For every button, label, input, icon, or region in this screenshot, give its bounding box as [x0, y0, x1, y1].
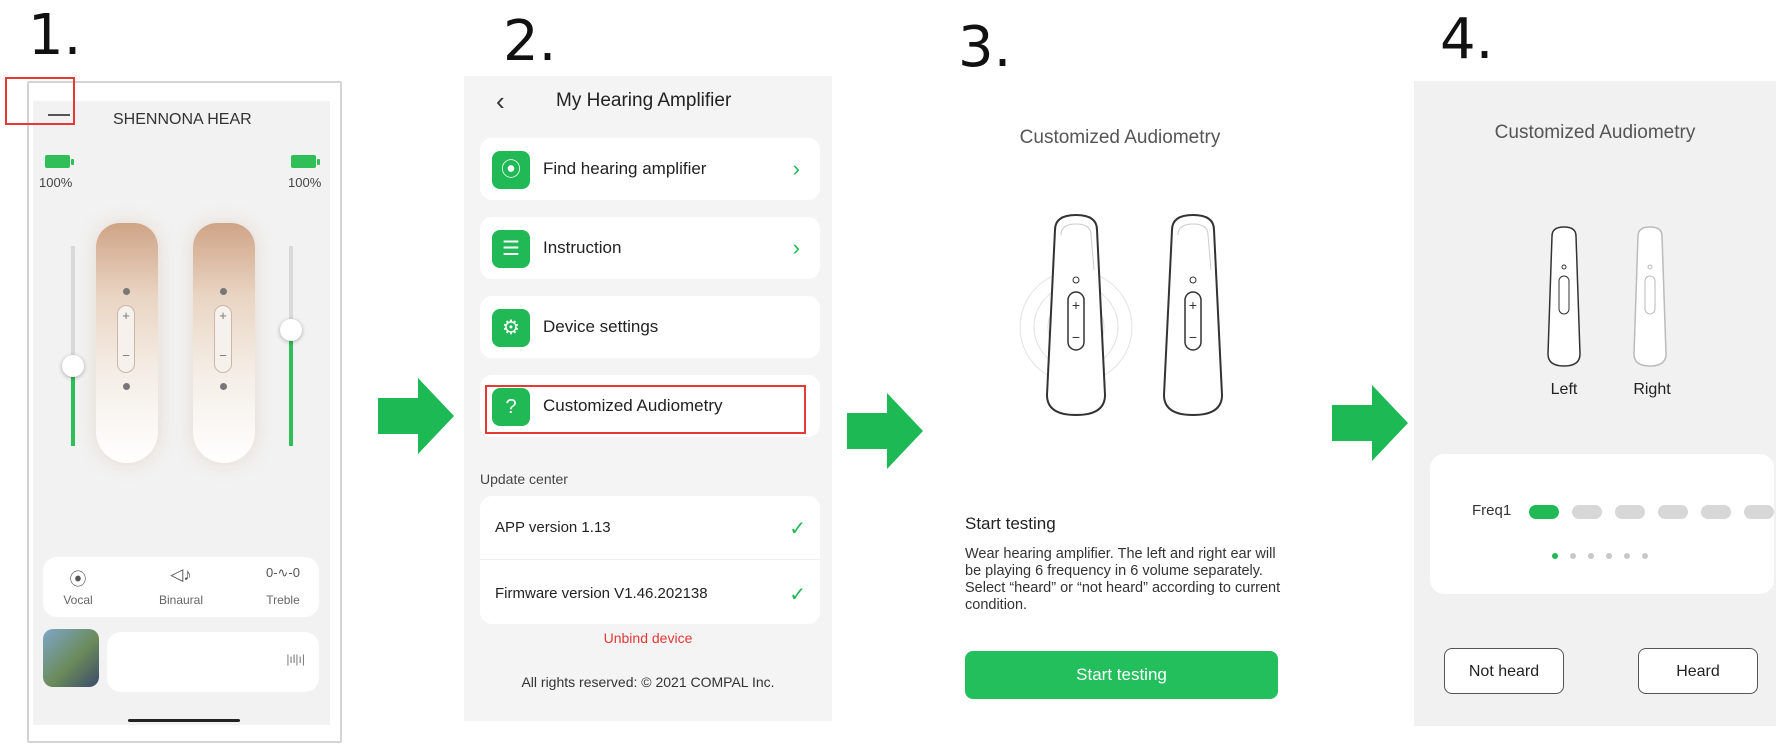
earpieces-illustration: + − + −	[1019, 213, 1224, 417]
now-playing-card[interactable]: |ıl|ı|	[107, 632, 319, 692]
battery-icon	[45, 155, 74, 168]
page-dot	[1606, 553, 1612, 559]
version-card: APP version 1.13 ✓ Firmware version V1.4…	[480, 496, 820, 624]
volume-segment	[1529, 505, 1559, 519]
menu-item-device-settings[interactable]: ⚙ Device settings	[480, 296, 820, 358]
vocal-icon: ⦿	[69, 570, 87, 589]
unbind-device-link[interactable]: Unbind device	[464, 630, 832, 646]
home-indicator	[128, 719, 240, 722]
right-volume-fill	[289, 330, 293, 446]
check-icon: ✓	[789, 584, 806, 606]
gear-icon: ⚙	[492, 309, 530, 347]
volume-control: + −	[117, 305, 135, 373]
phone-screen-audiometry-test: Customized Audiometry Left Right Freq1 N…	[1414, 81, 1776, 726]
document-icon: ☰	[492, 230, 530, 268]
right-volume-knob[interactable]	[280, 319, 302, 341]
treble-icon: 0-∿-0	[265, 565, 300, 580]
audio-wave-icon: |ıl|ı|	[286, 652, 305, 666]
page-title: Customized Audiometry	[1494, 122, 1696, 143]
section-label: Update center	[480, 471, 568, 487]
chevron-right-icon: ›	[792, 156, 800, 181]
volume-control: + −	[214, 305, 232, 373]
menu-highlight-box	[5, 77, 75, 125]
phone-screen-home: SHENNONA HEAR 100% 100% +− +− ⦿ Vocal	[27, 81, 342, 743]
arrow-right-icon	[1332, 385, 1408, 461]
frequency-card: Freq1	[1430, 454, 1774, 594]
audiometry-highlight-box	[485, 385, 806, 434]
volume-segment	[1615, 505, 1645, 519]
page-title: My Hearing Amplifier	[556, 90, 732, 111]
page-dot	[1588, 553, 1594, 559]
step-number-4: 4.	[1440, 7, 1494, 72]
left-battery-percent: 100%	[39, 175, 73, 190]
volume-segment	[1701, 505, 1731, 519]
binaural-icon: ◁♪	[170, 565, 192, 584]
right-hearing-amplifier: + −	[193, 223, 255, 463]
volume-segment	[1572, 505, 1602, 519]
home-screen: SHENNONA HEAR 100% 100% +− +− ⦿ Vocal	[33, 101, 330, 725]
left-hearing-amplifier: + −	[96, 223, 158, 463]
start-testing-button[interactable]: Start testing	[965, 651, 1278, 699]
firmware-version: Firmware version V1.46.202138	[495, 585, 708, 602]
copyright-footer: All rights reserved: © 2021 COMPAL Inc.	[521, 674, 775, 690]
volume-segment	[1658, 505, 1688, 519]
back-chevron-icon[interactable]: ‹	[496, 86, 505, 117]
divider	[480, 559, 820, 560]
battery-icon	[291, 155, 320, 168]
location-pin-icon: ⦿	[492, 151, 530, 189]
earpieces-illustration	[1547, 226, 1667, 367]
page-dot	[1570, 553, 1576, 559]
left-volume-fill	[71, 366, 75, 446]
volume-progress	[1529, 505, 1774, 519]
heard-button[interactable]: Heard	[1638, 648, 1758, 694]
page-dot	[1552, 553, 1558, 559]
menu-item-find[interactable]: ⦿ Find hearing amplifier ›	[480, 138, 820, 200]
app-title: SHENNONA HEAR	[113, 111, 252, 128]
page-dot	[1642, 553, 1648, 559]
arrow-right-icon	[847, 393, 923, 469]
phone-screen-audiometry-start: Customized Audiometry + − + − Start test…	[945, 100, 1295, 720]
volume-segment	[1744, 505, 1774, 519]
arrow-right-icon	[378, 378, 454, 454]
instructions-text: Wear hearing amplifier. The left and rig…	[965, 546, 1281, 613]
mode-selector: ⦿ Vocal ◁♪ Binaural 0-∿-0 Treble	[43, 557, 319, 617]
chevron-right-icon: ›	[792, 235, 800, 260]
step-number-2: 2.	[503, 9, 557, 74]
album-thumbnail[interactable]	[43, 629, 99, 687]
svg-text:−: −	[1072, 329, 1080, 345]
page-title: Customized Audiometry	[1019, 127, 1221, 148]
check-icon: ✓	[789, 518, 806, 540]
page-dot	[1624, 553, 1630, 559]
right-ear-label: Right	[1633, 381, 1671, 398]
frequency-label: Freq1	[1472, 502, 1512, 519]
svg-text:−: −	[1189, 329, 1197, 345]
menu-item-instruction[interactable]: ☰ Instruction ›	[480, 217, 820, 279]
right-battery-percent: 100%	[288, 175, 322, 190]
not-heard-button[interactable]: Not heard	[1444, 648, 1564, 694]
step-number-1: 1.	[28, 3, 82, 68]
left-volume-knob[interactable]	[62, 355, 84, 377]
svg-text:+: +	[1072, 297, 1080, 313]
app-version: APP version 1.13	[495, 519, 611, 536]
step-number-3: 3.	[958, 15, 1012, 80]
section-heading: Start testing	[965, 514, 1056, 533]
svg-text:+: +	[1189, 297, 1197, 313]
page-indicator	[1552, 553, 1652, 559]
left-ear-label: Left	[1550, 381, 1578, 398]
